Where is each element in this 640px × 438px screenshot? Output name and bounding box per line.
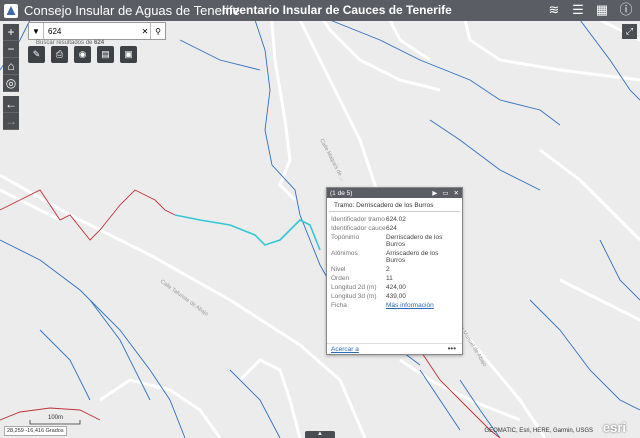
attr-row: Topónimo Derriscadero de los Burros [331, 233, 458, 249]
search-source-dropdown[interactable]: ▼ [29, 23, 44, 39]
more-info-link[interactable]: Más información [386, 302, 434, 309]
attr-row: Longitud 2d (m) 424,00 [331, 283, 458, 292]
attr-row: Ficha Más información [331, 301, 458, 310]
attr-value: 11 [386, 275, 393, 282]
next-extent-icon[interactable]: → [3, 113, 19, 130]
popup-close-icon[interactable]: ✕ [454, 189, 459, 197]
attr-row: Orden 11 [331, 274, 458, 283]
nav-toolbar: ⌂ ◎ [3, 58, 19, 92]
previous-extent-icon[interactable]: ← [3, 96, 19, 113]
extent-toolbar: ← → [3, 96, 19, 130]
popup-header: (1 de 5) ▶ ▭ ✕ [327, 188, 462, 198]
search-input[interactable]: 624 [44, 27, 140, 36]
attr-key: Ficha [331, 302, 347, 309]
attr-key: Longitud 2d (m) [331, 284, 377, 291]
esri-logo: esri [602, 420, 626, 435]
attr-value: 424,00 [386, 284, 406, 291]
popup-attributes: Identificador tramo 624.02 Identificador … [331, 215, 458, 310]
layer-filter-icon[interactable]: ◉ [74, 46, 91, 63]
attr-row: Identificador cauce 624 [331, 224, 458, 233]
zoom-in-button[interactable]: + [3, 24, 19, 41]
measure-icon[interactable]: ✎ [28, 46, 45, 63]
app-title: Inventario Insular de Cauces de Tenerife [222, 3, 452, 17]
attr-key: Identificador cauce [331, 225, 386, 232]
popup-next-icon[interactable]: ▶ [432, 189, 437, 197]
zoom-out-button[interactable]: − [3, 41, 19, 58]
zoom-to-link[interactable]: Acercar a [331, 346, 359, 353]
attr-value: 439,00 [386, 293, 406, 300]
attr-row: Identificador tramo 624.02 [331, 215, 458, 224]
org-title: Consejo Insular de Aguas de Tenerife [24, 3, 240, 18]
share-icon[interactable]: ▣ [120, 46, 137, 63]
attr-key: Nivel [331, 266, 346, 273]
popup-footer: Acercar a ••• [327, 343, 462, 354]
tool-row: ✎ ⎙ ◉ ▤ ▣ [28, 46, 137, 63]
popup-title: Tramo: Derriscadero de los Burros [329, 198, 460, 212]
zoom-toolbar: + − [3, 24, 19, 58]
layers-icon[interactable]: ≋ [546, 2, 562, 18]
coordinate-readout: 28,259 -16,416 Grados [4, 426, 67, 436]
attr-row: Nivel 2 [331, 265, 458, 274]
info-icon[interactable]: ⓘ [618, 2, 634, 18]
attr-value: Arriscadero de los Burros [386, 250, 439, 264]
fullscreen-icon[interactable]: ⤢ [622, 24, 637, 39]
search-widget: ▼ 624 ✕ ⚲ [28, 22, 166, 40]
basemap-gallery-icon[interactable]: ▦ [594, 2, 610, 18]
table-icon[interactable]: ▤ [97, 46, 114, 63]
attr-row: Alónimos Arriscadero de los Burros [331, 249, 458, 265]
attr-value: Derriscadero de los Burros [386, 234, 443, 248]
app-logo [4, 3, 18, 18]
home-icon[interactable]: ⌂ [3, 58, 19, 75]
attribute-table-toggle[interactable]: ▲ [305, 431, 335, 438]
scale-label: 100m [48, 415, 64, 421]
attr-value: 2 [386, 266, 390, 273]
locate-icon[interactable]: ◎ [3, 75, 19, 92]
attr-row: Longitud 3d (m) 439,00 [331, 292, 458, 301]
popup-counter: (1 de 5) [330, 189, 353, 197]
popup-more-menu[interactable]: ••• [448, 344, 456, 353]
attr-value: 624.02 [386, 216, 406, 223]
feature-popup: (1 de 5) ▶ ▭ ✕ Tramo: Derriscadero de lo… [326, 187, 463, 355]
clear-search-icon[interactable]: ✕ [140, 27, 150, 36]
attr-key: Orden [331, 275, 350, 282]
attr-key: Topónimo [331, 234, 360, 241]
attr-key: Alónimos [331, 250, 358, 257]
attribution: GEOMATIC, Esri, HERE, Garmin, USGS [484, 428, 593, 434]
attr-value: 624 [386, 225, 397, 232]
header-icons: ≋ ☰ ▦ ⓘ [546, 2, 634, 18]
attr-key: Identificador tramo [331, 216, 385, 223]
search-icon[interactable]: ⚲ [150, 23, 165, 39]
legend-icon[interactable]: ☰ [570, 2, 586, 18]
print-icon[interactable]: ⎙ [51, 46, 68, 63]
attr-key: Longitud 3d (m) [331, 293, 377, 300]
map-view[interactable]: Calle Malpaís de ... Calle Tafuriste de … [0, 0, 640, 438]
popup-maximize-icon[interactable]: ▭ [442, 189, 448, 197]
